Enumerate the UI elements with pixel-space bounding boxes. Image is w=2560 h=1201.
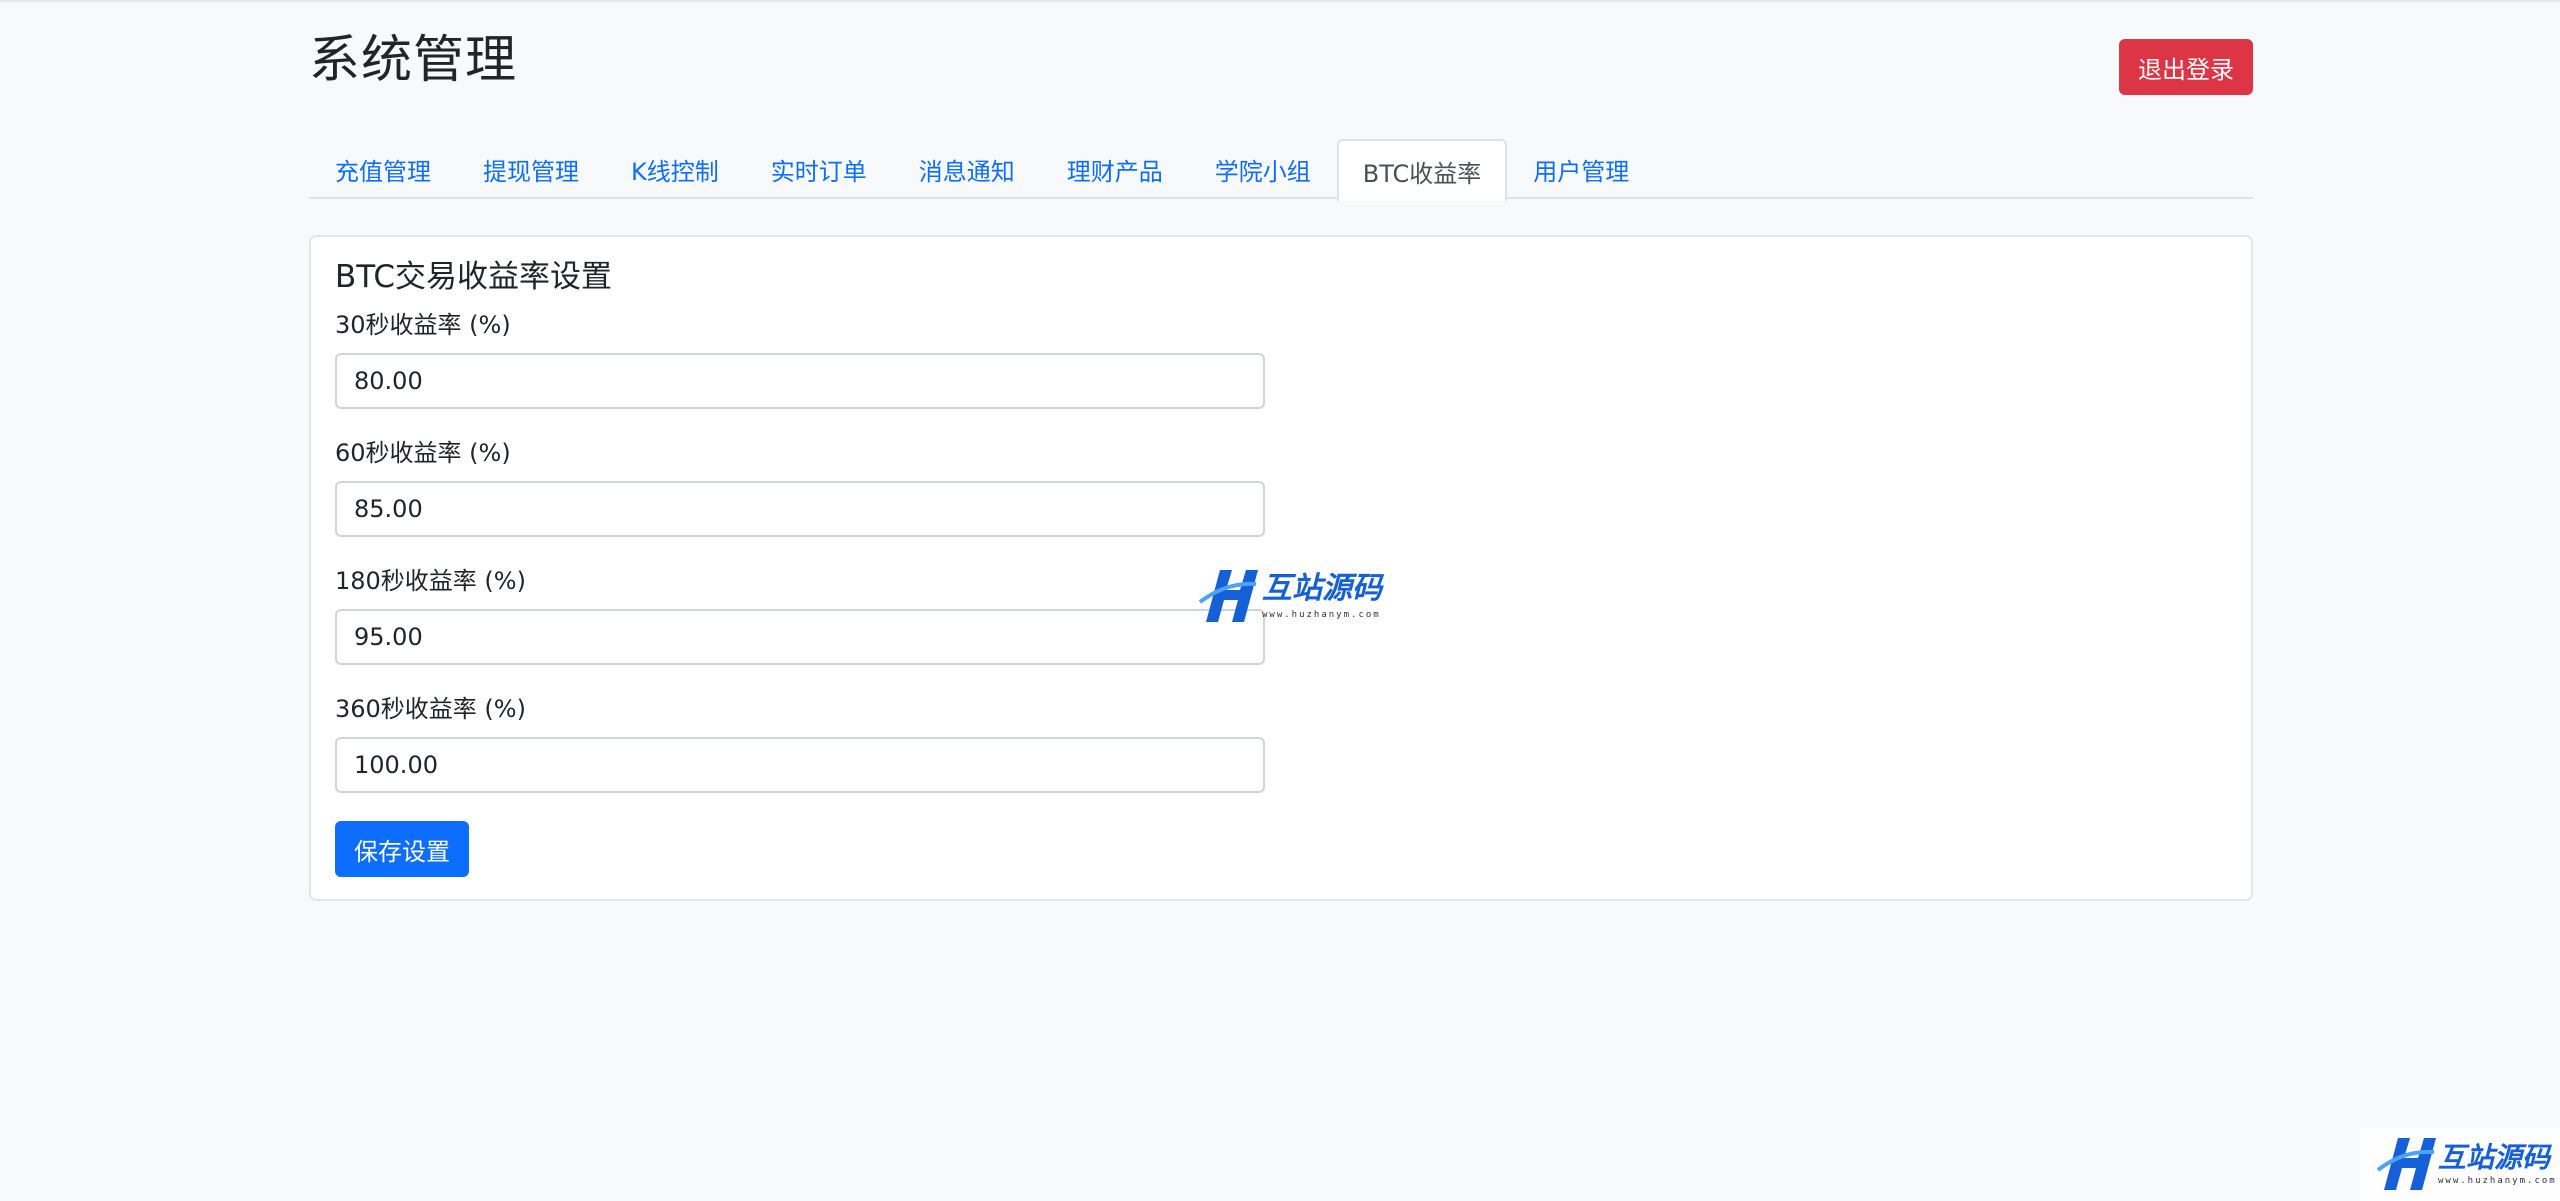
tab-withdraw[interactable]: 提现管理 [457,139,605,197]
field-label: 180秒收益率 (%) [335,567,526,595]
logout-button[interactable]: 退出登录 [2119,39,2253,95]
tab-kline[interactable]: K线控制 [605,139,745,197]
page-title: 系统管理 [309,31,518,90]
watermark-logo: 互站源码 www.huzhanym.com [1196,562,1382,632]
h-logo-icon [2376,1137,2436,1190]
field-label: 360秒收益率 (%) [335,695,526,723]
field-180s: 180秒收益率 (%) [335,565,1265,665]
card-title: BTC交易收益率设置 [335,259,613,295]
h-logo-icon [1198,570,1258,622]
tab-orders[interactable]: 实时订单 [745,139,893,197]
nav-tabs: 充值管理 提现管理 K线控制 实时订单 消息通知 理财产品 学院小组 BTC收益… [309,139,2253,201]
save-settings-button[interactable]: 保存设置 [335,821,469,877]
tab-finance[interactable]: 理财产品 [1041,139,1189,197]
rate-180s-input[interactable] [335,609,1265,665]
field-label: 30秒收益率 (%) [335,311,511,339]
tab-academy[interactable]: 学院小组 [1189,139,1337,197]
watermark-url: www.huzhanym.com [1262,610,1381,620]
corner-watermark-logo: 互站源码 www.huzhanym.com [2360,1128,2560,1201]
field-60s: 60秒收益率 (%) [335,437,1265,537]
tab-recharge[interactable]: 充值管理 [309,139,457,197]
watermark-text: 互站源码 [2438,1140,2551,1174]
field-360s: 360秒收益率 (%) [335,693,1265,793]
tab-users[interactable]: 用户管理 [1507,139,1655,197]
field-label: 60秒收益率 (%) [335,439,511,467]
rate-30s-input[interactable] [335,353,1265,409]
rate-60s-input[interactable] [335,481,1265,537]
tab-messages[interactable]: 消息通知 [893,139,1041,197]
rate-360s-input[interactable] [335,737,1265,793]
field-30s: 30秒收益率 (%) [335,309,1265,409]
watermark-text: 互站源码 [1262,571,1382,606]
tab-btc-rate[interactable]: BTC收益率 [1336,139,1508,201]
watermark-url: www.huzhanym.com [2438,1175,2557,1186]
